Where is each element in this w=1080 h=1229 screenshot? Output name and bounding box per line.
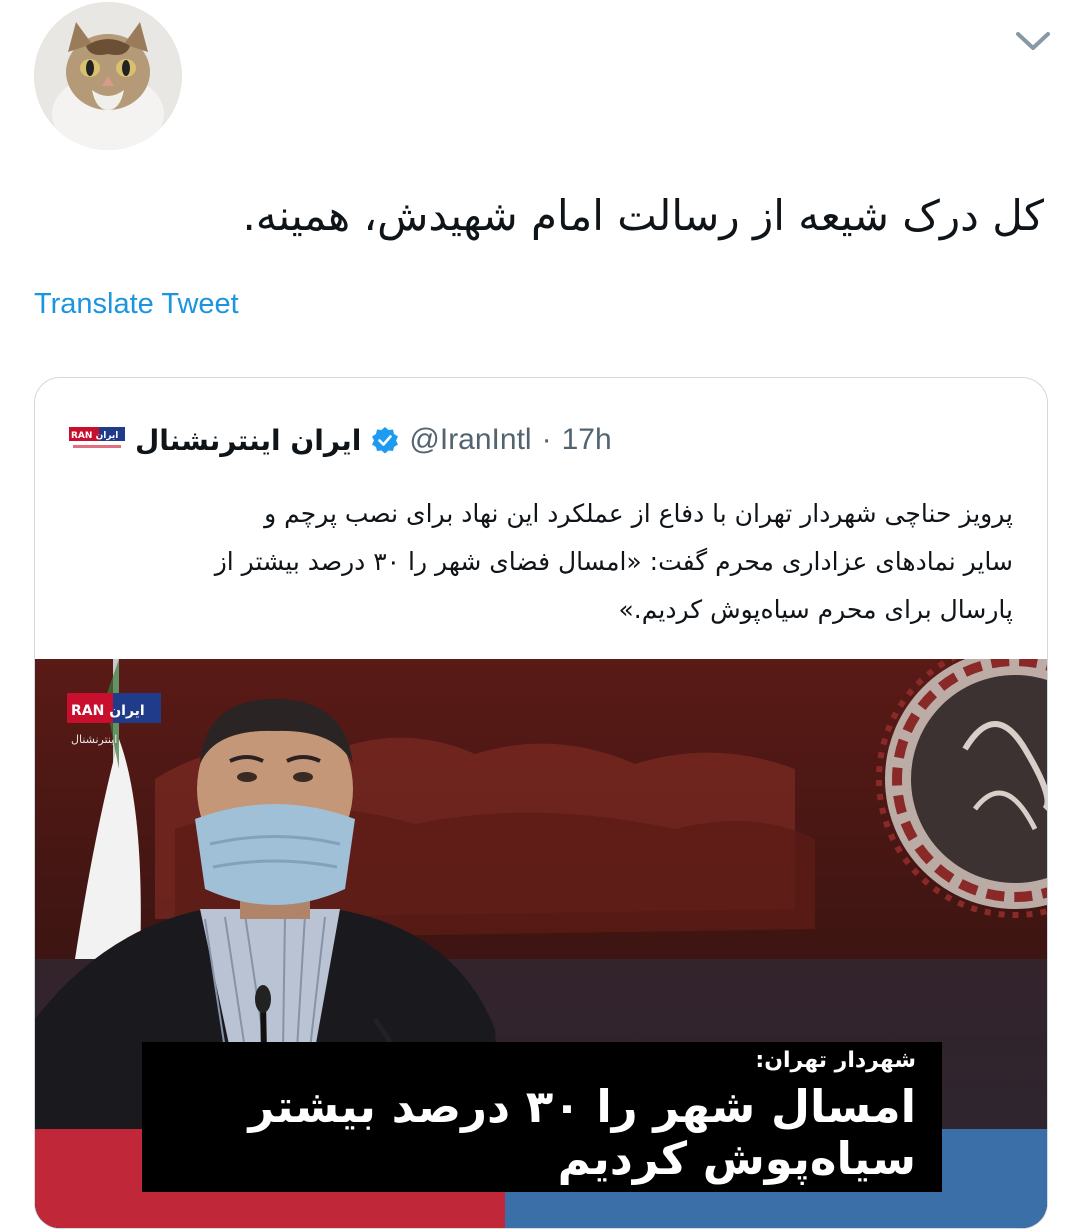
quoted-tweet-header: RAN ایران ایران اینترنشنال @IranIntl · 1… — [69, 420, 612, 460]
caption-headline-line-1: امسال شهر را ۳۰ درصد بیشتر — [248, 1080, 916, 1133]
quoted-text-line: پارسال برای محرم سیاه‌پوش کردیم.» — [618, 595, 1014, 624]
tweet-text: کل درک شیعه از رسالت امام شهیدش، همینه. — [242, 191, 1044, 240]
channel-logo-text: RAN ایران — [71, 703, 145, 719]
channel-logo: RAN ایران اینترنشنال — [67, 693, 161, 753]
quoted-display-name[interactable]: ایران اینترنشنال — [135, 424, 361, 457]
avatar[interactable] — [34, 2, 182, 150]
channel-logo-subtext: اینترنشنال — [71, 733, 117, 746]
verified-badge-icon — [372, 427, 399, 454]
caption-subtitle: شهردار تهران: — [755, 1048, 916, 1073]
caption-headline-line-2: سیاه‌پوش کردیم — [557, 1132, 916, 1185]
separator-dot: · — [541, 423, 552, 456]
translate-tweet-link[interactable]: Translate Tweet — [34, 288, 239, 321]
quoted-tweet-image[interactable]: RAN ایران اینترنشنال شهردار تهران: امسال… — [35, 659, 1047, 1228]
logo-text: RAN ایران — [71, 431, 118, 441]
quoted-timestamp[interactable]: 17h — [562, 423, 612, 457]
quoted-tweet-card[interactable]: RAN ایران ایران اینترنشنال @IranIntl · 1… — [34, 377, 1048, 1229]
quoted-text-line: پرویز حناچی شهردار تهران با دفاع از عملک… — [264, 499, 1013, 528]
iran-international-logo-icon: RAN ایران — [69, 427, 125, 448]
quoted-author-avatar[interactable]: RAN ایران — [69, 421, 125, 459]
news-caption-box: شهردار تهران: امسال شهر را ۳۰ درصد بیشتر… — [142, 1042, 942, 1192]
quoted-text-line: سایر نمادهای عزاداری محرم گفت: «امسال فض… — [214, 547, 1013, 576]
chevron-down-icon[interactable] — [1010, 26, 1056, 56]
quoted-handle[interactable]: @IranIntl — [409, 423, 531, 457]
quoted-tweet-text: پرویز حناچی شهردار تهران با دفاع از عملک… — [53, 490, 1013, 634]
iran-international-watermark-icon: RAN ایران اینترنشنال — [67, 693, 161, 746]
cat-avatar-image — [34, 2, 182, 150]
